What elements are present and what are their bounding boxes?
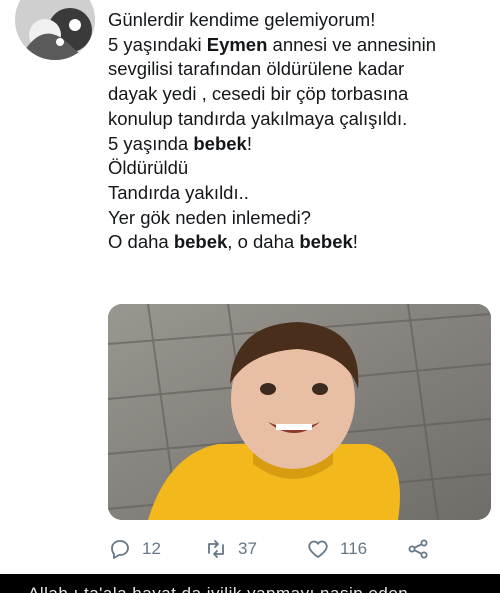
bold-text: bebek: [299, 231, 353, 253]
tweet-actions: 12 37 116: [108, 536, 493, 562]
avatar-image: [15, 0, 95, 60]
like-button[interactable]: 116: [306, 536, 367, 562]
next-tweet-bar: Allah ı ta'ala hayat da iyilik yapmayı n…: [0, 574, 500, 593]
tweet-text-line: Öldürüldü: [108, 156, 493, 181]
share-icon: [408, 539, 428, 559]
heart-icon: [308, 540, 328, 558]
text-run: !: [352, 231, 358, 253]
tweet-text-line: konulup tandırda yakılmaya çalışıldı.: [108, 107, 493, 132]
reply-icon: [111, 540, 129, 559]
bold-text: bebek: [173, 231, 228, 253]
text-run: Tandırda yakıldı..: [108, 181, 249, 203]
child-photo: [108, 304, 491, 520]
tweet-text-line: 5 yaşında bebek!: [108, 132, 493, 157]
text-run: 5 yaşındaki: [108, 33, 207, 55]
text-run: 5 yaşında: [108, 132, 194, 154]
tweet-text-line: 5 yaşındaki Eymen annesi ve annesinin: [108, 33, 493, 58]
retweet-button[interactable]: 37: [204, 536, 257, 562]
text-run: sevgilisi tarafından öldürülene kadar: [108, 58, 405, 80]
text-run: , o daha: [227, 231, 300, 253]
bold-text: Eymen: [206, 33, 268, 55]
text-run: O daha: [108, 231, 174, 253]
retweet-count: 37: [238, 539, 257, 558]
tweet-text-line: O daha bebek, o daha bebek!: [108, 230, 493, 255]
tweet-text-line: Günlerdir kendime gelemiyorum!: [108, 8, 493, 33]
tweet-text: Günlerdir kendime gelemiyorum! 5 yaşındak…: [108, 8, 493, 255]
text-run: dayak yedi , cesedi bir çöp torbasına: [108, 83, 409, 105]
text-run: Günlerdir kendime gelemiyorum!: [108, 9, 376, 30]
avatar[interactable]: [15, 0, 95, 60]
tweet-text-line: Tandırda yakıldı..: [108, 181, 493, 206]
text-run: !: [246, 132, 252, 154]
share-button[interactable]: [406, 536, 430, 562]
tweet-text-line: Yer gök neden inlemedi?: [108, 206, 493, 231]
tweet-media-image[interactable]: [108, 304, 491, 520]
like-count: 116: [340, 539, 368, 558]
bold-text: bebek: [193, 132, 247, 154]
text-run: annesi ve annesinin: [267, 33, 437, 55]
next-tweet-text: Allah ı ta'ala hayat da iyilik yapmayı n…: [28, 584, 408, 593]
text-run: Yer gök neden inlemedi?: [108, 206, 311, 228]
tweet-text-line: dayak yedi , cesedi bir çöp torbasına: [108, 82, 493, 107]
reply-button[interactable]: 12: [108, 536, 161, 562]
text-run: konulup tandırda yakılmaya çalışıldı.: [108, 107, 408, 129]
tweet-text-line: sevgilisi tarafından öldürülene kadar: [108, 57, 493, 82]
retweet-icon: [208, 540, 224, 558]
text-run: Öldürüldü: [108, 157, 189, 179]
reply-count: 12: [142, 539, 161, 558]
